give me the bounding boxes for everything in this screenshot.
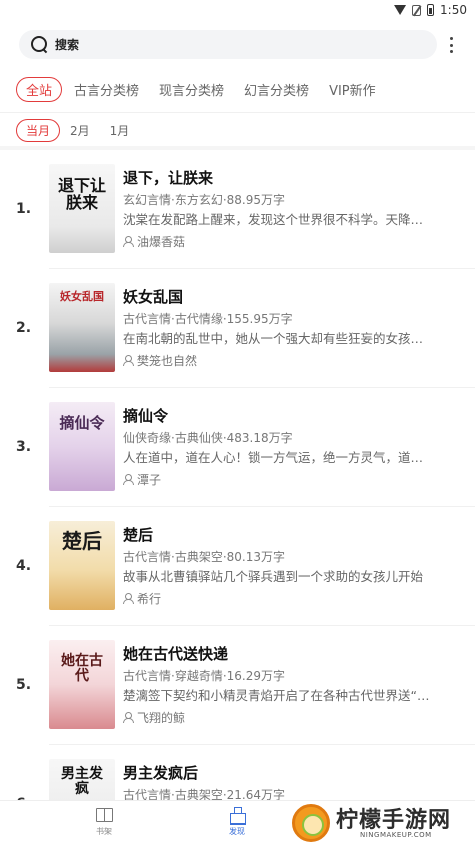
book-title[interactable]: 摘仙令 (123, 405, 168, 426)
watermark-url: NINGMAKEUP.COM (360, 831, 432, 839)
rank-number: 1. (16, 201, 32, 217)
book-title[interactable]: 男主发疯后 (123, 762, 198, 783)
book-title[interactable]: 妖女乱国 (123, 286, 183, 307)
book-author: 油爆香菇 (123, 233, 185, 250)
more-options-icon[interactable] (449, 37, 453, 53)
nav-shelf[interactable]: 书架 (84, 807, 124, 837)
book-icon (95, 807, 113, 823)
month-filter: 当月 2月 1月 (0, 118, 475, 142)
cover-title: 男主发疯 (61, 766, 103, 797)
book-description: 在南北朝的乱世中，她从一个强大却有些狂妄的女孩… (123, 331, 424, 346)
list-item[interactable]: 1. 退下让朕来 退下，让朕来 玄幻言情·东方玄幻·88.95万字 沈棠在发配路… (0, 150, 475, 269)
cover-title: 楚后 (62, 529, 102, 553)
book-cover[interactable]: 楚后 (49, 521, 115, 610)
list-item[interactable]: 3. 摘仙令 摘仙令 仙侠奇缘·古典仙侠·483.18万字 人在道中，道在人心！… (0, 388, 475, 507)
list-item[interactable]: 4. 楚后 楚后 古代言情·古典架空·80.13万字 故事从北曹镇驿站几个驿兵遇… (0, 507, 475, 626)
search-bar[interactable]: 搜索 (19, 30, 437, 59)
book-author: 飞翔的鲸 (123, 709, 185, 726)
tab-vip-new[interactable]: VIP新作 (329, 80, 376, 99)
battery-icon (427, 4, 435, 16)
book-cover[interactable]: 她在古代 (49, 640, 115, 729)
user-icon (123, 474, 134, 485)
book-cover[interactable]: 摘仙令 (49, 402, 115, 491)
search-input[interactable]: 搜索 (55, 36, 79, 53)
user-icon (123, 712, 134, 723)
no-sim-icon (412, 4, 422, 16)
ranking-icon (228, 807, 246, 825)
book-meta: 仙侠奇缘·古典仙侠·483.18万字 (123, 431, 293, 445)
book-description: 人在道中，道在人心！锁一方气运，绝一方灵气，道… (123, 450, 424, 465)
book-cover[interactable]: 妖女乱国 (49, 283, 115, 372)
rank-number: 4. (16, 558, 32, 574)
cover-title: 摘仙令 (59, 414, 105, 432)
search-icon (31, 36, 48, 53)
tab-fantasy-romance[interactable]: 幻言分类榜 (244, 80, 309, 99)
divider (0, 112, 475, 113)
nav-shelf-label: 书架 (96, 827, 112, 836)
book-author: 希行 (123, 590, 161, 607)
cover-title: 她在古代 (61, 653, 103, 684)
tab-ancient-romance[interactable]: 古言分类榜 (74, 80, 139, 99)
book-meta: 古代言情·古典架空·80.13万字 (123, 550, 285, 564)
month-current[interactable]: 当月 (16, 118, 61, 142)
rank-number: 5. (16, 677, 32, 693)
book-description: 沈棠在发配路上醒来，发现这个世界很不科学。天降… (123, 212, 424, 227)
book-title[interactable]: 她在古代送快递 (123, 643, 228, 664)
watermark: 柠檬手游网 NINGMAKEUP.COM (290, 800, 475, 846)
month-jan[interactable]: 1月 (110, 122, 130, 139)
user-icon (123, 236, 134, 247)
author-name: 油爆香菇 (137, 235, 186, 249)
book-title[interactable]: 退下，让朕来 (123, 167, 213, 188)
watermark-title: 柠檬手游网 (336, 808, 452, 833)
wifi-icon (394, 5, 407, 15)
nav-discover-label: 发现 (229, 827, 245, 836)
book-title[interactable]: 楚后 (123, 524, 153, 545)
author-name: 潭子 (137, 473, 162, 487)
rank-number: 2. (16, 320, 32, 336)
status-bar: 1:50 (0, 0, 475, 22)
list-item[interactable]: 2. 妖女乱国 妖女乱国 古代言情·古代情缘·155.95万字 在南北朝的乱世中… (0, 269, 475, 388)
user-icon (123, 593, 134, 604)
nav-discover[interactable]: 发现 (217, 807, 257, 837)
ranking-list: 1. 退下让朕来 退下，让朕来 玄幻言情·东方玄幻·88.95万字 沈棠在发配路… (0, 150, 475, 846)
author-name: 樊笼也自然 (137, 354, 198, 368)
month-feb[interactable]: 2月 (70, 122, 90, 139)
status-icons: 1:50 (394, 3, 467, 17)
book-description: 故事从北曹镇驿站几个驿兵遇到一个求助的女孩儿开始 (123, 569, 424, 584)
cover-title: 退下让朕来 (57, 176, 106, 212)
book-description: 楚漓签下契约和小精灵青焰开启了在各种古代世界送“… (123, 688, 430, 703)
lemon-logo-icon (292, 804, 330, 842)
book-meta: 古代言情·古代情缘·155.95万字 (123, 312, 293, 326)
cover-title: 妖女乱国 (60, 290, 104, 303)
author-name: 飞翔的鲸 (137, 711, 186, 725)
status-time: 1:50 (440, 3, 467, 17)
author-name: 希行 (137, 592, 162, 606)
book-author: 樊笼也自然 (123, 352, 197, 369)
category-tabs: 全站 古言分类榜 现言分类榜 幻言分类榜 VIP新作 (0, 76, 475, 102)
book-author: 潭子 (123, 471, 161, 488)
tab-all[interactable]: 全站 (16, 76, 63, 102)
tab-modern-romance[interactable]: 现言分类榜 (159, 80, 224, 99)
book-meta: 古代言情·穿越奇情·16.29万字 (123, 669, 285, 683)
book-cover[interactable]: 退下让朕来 (49, 164, 115, 253)
list-item[interactable]: 5. 她在古代 她在古代送快递 古代言情·穿越奇情·16.29万字 楚漓签下契约… (0, 626, 475, 745)
book-meta: 玄幻言情·东方玄幻·88.95万字 (123, 193, 285, 207)
rank-number: 3. (16, 439, 32, 455)
user-icon (123, 355, 134, 366)
